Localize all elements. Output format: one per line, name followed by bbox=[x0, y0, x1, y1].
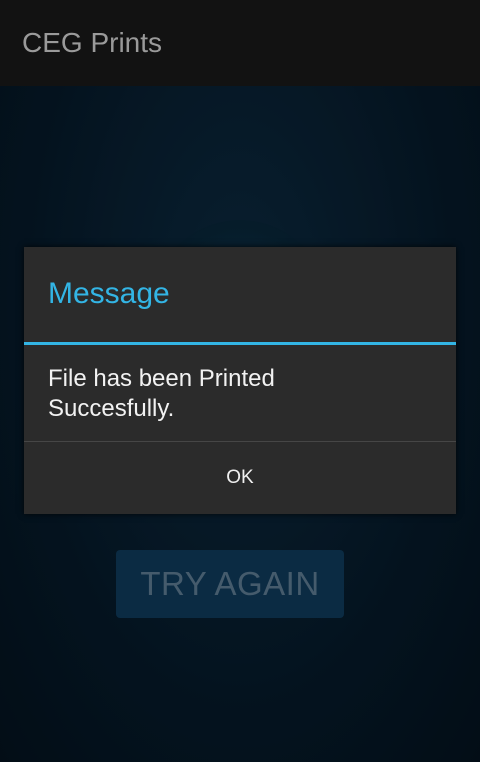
ok-button[interactable]: OK bbox=[24, 442, 456, 514]
dialog-title: Message bbox=[48, 277, 170, 310]
message-dialog: Message File has been Printed Succesfull… bbox=[24, 247, 456, 514]
dialog-message-line-2: Succesfully. bbox=[48, 395, 175, 422]
dialog-message: File has been Printed Succesfully. bbox=[48, 364, 438, 424]
screen: CEG Prints TRY AGAIN Message File has be… bbox=[0, 0, 480, 762]
dialog-title-divider bbox=[24, 342, 456, 345]
app-title: CEG Prints bbox=[22, 27, 163, 58]
action-bar: CEG Prints bbox=[0, 0, 480, 86]
dialog-message-line-1: File has been Printed bbox=[48, 365, 275, 392]
